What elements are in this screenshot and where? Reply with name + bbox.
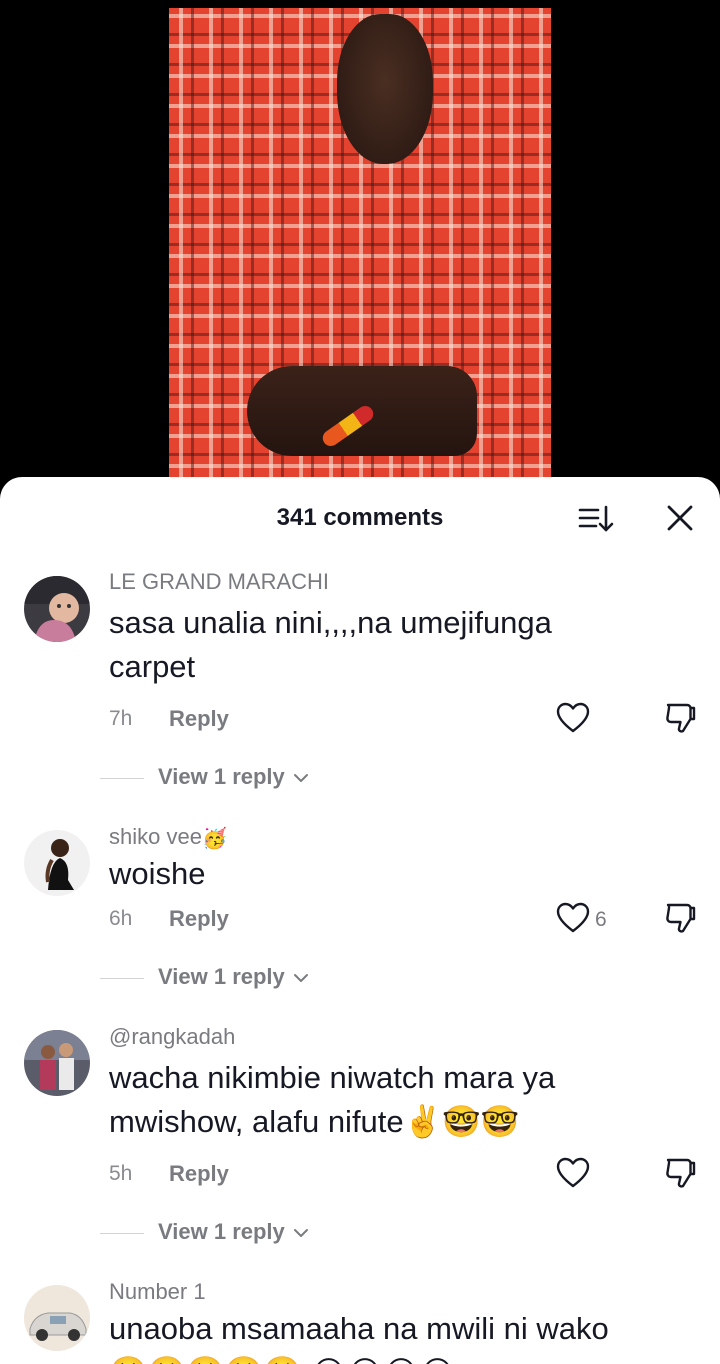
sort-icon[interactable] [576,501,616,537]
comment-time: 6h [109,907,133,930]
thumbs-down-icon[interactable] [662,1155,698,1191]
like-count: 6 [595,908,607,931]
comments-sheet: 341 comments LE GRAND MARACHI sasa unali… [0,477,720,1364]
avatar[interactable] [24,830,90,896]
comments-header: 341 comments [0,477,720,557]
username-emoji: 🥳 [201,827,227,850]
comment-username[interactable]: Number 1 [109,1279,206,1305]
reply-divider [100,778,144,779]
comment-emojis: 🥺🥺🥺🥺🥺 😭😭😭😭 [109,1355,456,1364]
comment-time: 7h [109,707,133,730]
reply-button[interactable]: Reply [169,1161,229,1187]
reply-button[interactable]: Reply [169,906,229,932]
chevron-down-icon [293,974,308,983]
comment-username[interactable]: shiko vee🥳 [109,824,227,851]
person-face [337,14,433,164]
chevron-down-icon [293,774,308,783]
reply-divider [100,1233,144,1234]
comment-time: 5h [109,1162,133,1185]
reply-button[interactable]: Reply [169,706,229,732]
thumbs-down-icon[interactable] [662,700,698,736]
view-replies-label: View 1 reply [158,764,285,789]
view-replies-label: View 1 reply [158,1219,285,1244]
thumbs-down-icon[interactable] [662,900,698,936]
view-replies-label: View 1 reply [158,964,285,989]
heart-icon[interactable] [555,1155,591,1191]
comment-username[interactable]: @rangkadah [109,1024,235,1050]
avatar[interactable] [24,1030,90,1096]
comment-text: woishe [109,856,206,891]
comment-text: unaoba msamaaha na mwili ni wako 🥺🥺🥺🥺🥺 😭… [109,1307,709,1364]
comment-emojis: ✌️🤓🤓 [403,1104,520,1139]
chevron-down-icon [293,1229,308,1238]
comment-text: wacha nikimbie niwatch mara ya mwishow, … [109,1056,629,1144]
comment-username[interactable]: LE GRAND MARACHI [109,569,329,595]
comment-username-text: shiko vee [109,824,202,849]
comment-text: sasa unalia nini,,,,na umejifunga carpet [109,605,552,684]
comment-text-body: unaoba msamaaha na mwili ni wako [109,1311,609,1346]
heart-icon[interactable] [555,700,591,736]
heart-icon[interactable] [555,900,591,936]
avatar[interactable] [24,1285,90,1351]
video-player[interactable] [0,0,720,500]
video-frame[interactable] [169,8,551,478]
reply-divider [100,978,144,979]
avatar[interactable] [24,576,90,642]
close-icon[interactable] [660,501,700,537]
